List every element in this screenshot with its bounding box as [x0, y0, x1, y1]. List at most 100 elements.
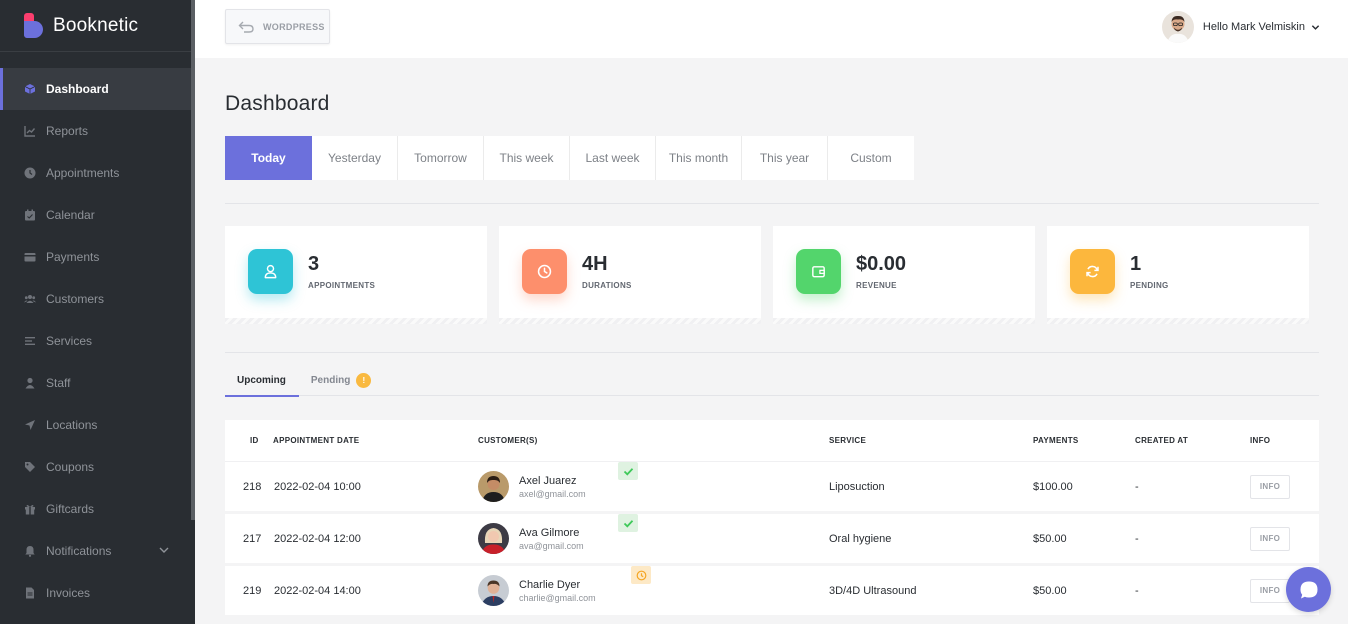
info-button[interactable]: INFO: [1250, 474, 1290, 499]
created-at: -: [1135, 584, 1139, 597]
column-header-id[interactable]: ID: [225, 436, 273, 445]
table-row[interactable]: 219 2022-02-04 14:00 Charlie Dyer charli…: [225, 566, 1319, 618]
customer-avatar: [478, 575, 509, 606]
back-to-wordpress-label: WORDPRESS: [263, 21, 325, 32]
sidebar-item-services[interactable]: Services: [0, 320, 195, 362]
customer-email: ava@gmail.com: [519, 540, 584, 551]
page-title: Dashboard: [225, 92, 330, 115]
location-arrow-icon: [24, 419, 36, 431]
stat-label: PENDING: [1130, 280, 1169, 290]
appointment-id: 217: [243, 532, 262, 545]
user-avatar: [1161, 11, 1194, 43]
stat-card-pending: 1 PENDING: [1047, 226, 1309, 324]
period-tomorrow[interactable]: Tomorrow: [398, 136, 484, 180]
info-button[interactable]: INFO: [1250, 578, 1290, 603]
stat-label: REVENUE: [856, 280, 897, 290]
customer-cell: Axel Juarez axel@gmail.com: [478, 462, 829, 502]
tab-label: Pending: [310, 375, 351, 386]
status-pending-badge: [631, 566, 651, 584]
column-header-created[interactable]: CREATED AT: [1135, 436, 1250, 445]
topbar: WORDPRESS Hello Mark Velmiskin: [195, 0, 1348, 58]
appointment-tabs: Upcoming Pending !: [225, 369, 1319, 397]
customer-name[interactable]: Charlie Dyer: [519, 578, 596, 592]
column-header-service[interactable]: SERVICE: [829, 436, 1033, 445]
user-icon: [248, 248, 293, 294]
stat-label: APPOINTMENTS: [308, 280, 376, 290]
period-this-week[interactable]: This week: [484, 136, 570, 180]
gift-icon: [24, 503, 36, 515]
sidebar-item-label: Appointments: [46, 166, 120, 180]
payment-amount: $50.00: [1033, 532, 1067, 545]
info-button[interactable]: INFO: [1250, 526, 1290, 551]
sidebar-item-invoices[interactable]: Invoices: [0, 572, 195, 614]
user-menu[interactable]: Hello Mark Velmiskin: [1161, 11, 1320, 43]
column-header-date[interactable]: APPOINTMENT DATE: [273, 436, 478, 445]
clock-icon: [24, 167, 36, 179]
status-approved-badge: [618, 514, 638, 532]
sidebar-item-label: Customers: [46, 292, 105, 306]
customer-email: charlie@gmail.com: [519, 592, 596, 603]
created-at: -: [1135, 480, 1139, 493]
status-approved-badge: [618, 462, 638, 480]
period-today[interactable]: Today: [225, 136, 312, 180]
period-this-month[interactable]: This month: [656, 136, 742, 180]
sidebar-item-payments[interactable]: Payments: [0, 236, 195, 278]
service-name: Liposuction: [829, 480, 885, 493]
sidebar-item-giftcards[interactable]: Giftcards: [0, 488, 195, 530]
sidebar-item-label: Services: [46, 334, 93, 348]
pending-badge: !: [356, 373, 372, 388]
back-to-wordpress-button[interactable]: WORDPRESS: [225, 9, 330, 44]
sidebar-item-dashboard[interactable]: Dashboard: [0, 68, 195, 110]
service-name: 3D/4D Ultrasound: [829, 584, 917, 597]
credit-card-icon: [24, 251, 36, 263]
chevron-down-icon[interactable]: [159, 545, 169, 555]
sidebar-item-label: Locations: [46, 418, 98, 432]
sidebar-item-label: Dashboard: [46, 82, 109, 96]
sidebar-item-label: Calendar: [46, 208, 95, 222]
payment-amount: $50.00: [1033, 584, 1067, 597]
sidebar-item-staff[interactable]: Staff: [0, 362, 195, 404]
customer-avatar: [478, 471, 509, 502]
stat-value: 4H: [582, 252, 608, 275]
payment-amount: $100.00: [1033, 480, 1073, 493]
back-arrow-icon: [238, 21, 254, 33]
period-last-week[interactable]: Last week: [570, 136, 656, 180]
chart-icon: [24, 125, 36, 137]
sidebar-item-customers[interactable]: Customers: [0, 278, 195, 320]
brand[interactable]: Booknetic: [0, 0, 195, 52]
table-row[interactable]: 217 2022-02-04 12:00 Ava Gilmore ava@gma…: [225, 514, 1319, 566]
check-icon: [623, 467, 633, 476]
stat-label: DURATIONS: [582, 280, 632, 290]
customer-cell: Charlie Dyer charlie@gmail.com: [478, 566, 829, 606]
stats-cards: 3 APPOINTMENTS 4H DURATIONS $0.00 REVENU…: [225, 226, 1319, 324]
column-header-payments[interactable]: PAYMENTS: [1033, 436, 1135, 445]
sidebar-item-appointments[interactable]: Appointments: [0, 152, 195, 194]
sync-icon: [1070, 248, 1115, 294]
period-yesterday[interactable]: Yesterday: [312, 136, 398, 180]
chevron-down-icon: [1311, 24, 1320, 30]
divider: [225, 203, 1319, 204]
stat-card-durations: 4H DURATIONS: [499, 226, 761, 324]
bell-icon: [24, 545, 36, 557]
sidebar-item-notifications[interactable]: Notifications: [0, 530, 195, 572]
appointments-table: ID APPOINTMENT DATE CUSTOMER(S) SERVICE …: [225, 420, 1319, 618]
customer-name[interactable]: Axel Juarez: [519, 474, 586, 488]
sidebar-item-reports[interactable]: Reports: [0, 110, 195, 152]
tab-pending[interactable]: Pending !: [299, 369, 383, 396]
clock-icon: [522, 248, 567, 294]
sidebar-item-label: Notifications: [46, 544, 112, 558]
table-row[interactable]: 218 2022-02-04 10:00 Axel Juarez axel@gm…: [225, 462, 1319, 514]
sidebar-scrollbar[interactable]: [191, 0, 195, 520]
sidebar-item-label: Staff: [46, 376, 71, 390]
sidebar-item-calendar[interactable]: Calendar: [0, 194, 195, 236]
sidebar-item-coupons[interactable]: Coupons: [0, 446, 195, 488]
sidebar-menu: Dashboard Reports Appointments Calendar …: [0, 68, 195, 614]
period-this-year[interactable]: This year: [742, 136, 828, 180]
customer-name[interactable]: Ava Gilmore: [519, 526, 584, 540]
chat-widget-button[interactable]: [1286, 567, 1331, 612]
column-header-customers[interactable]: CUSTOMER(S): [478, 436, 829, 445]
sidebar-item-locations[interactable]: Locations: [0, 404, 195, 446]
period-custom[interactable]: Custom: [828, 136, 914, 180]
appointment-date: 2022-02-04 10:00: [274, 480, 361, 493]
tab-upcoming[interactable]: Upcoming: [225, 369, 299, 397]
